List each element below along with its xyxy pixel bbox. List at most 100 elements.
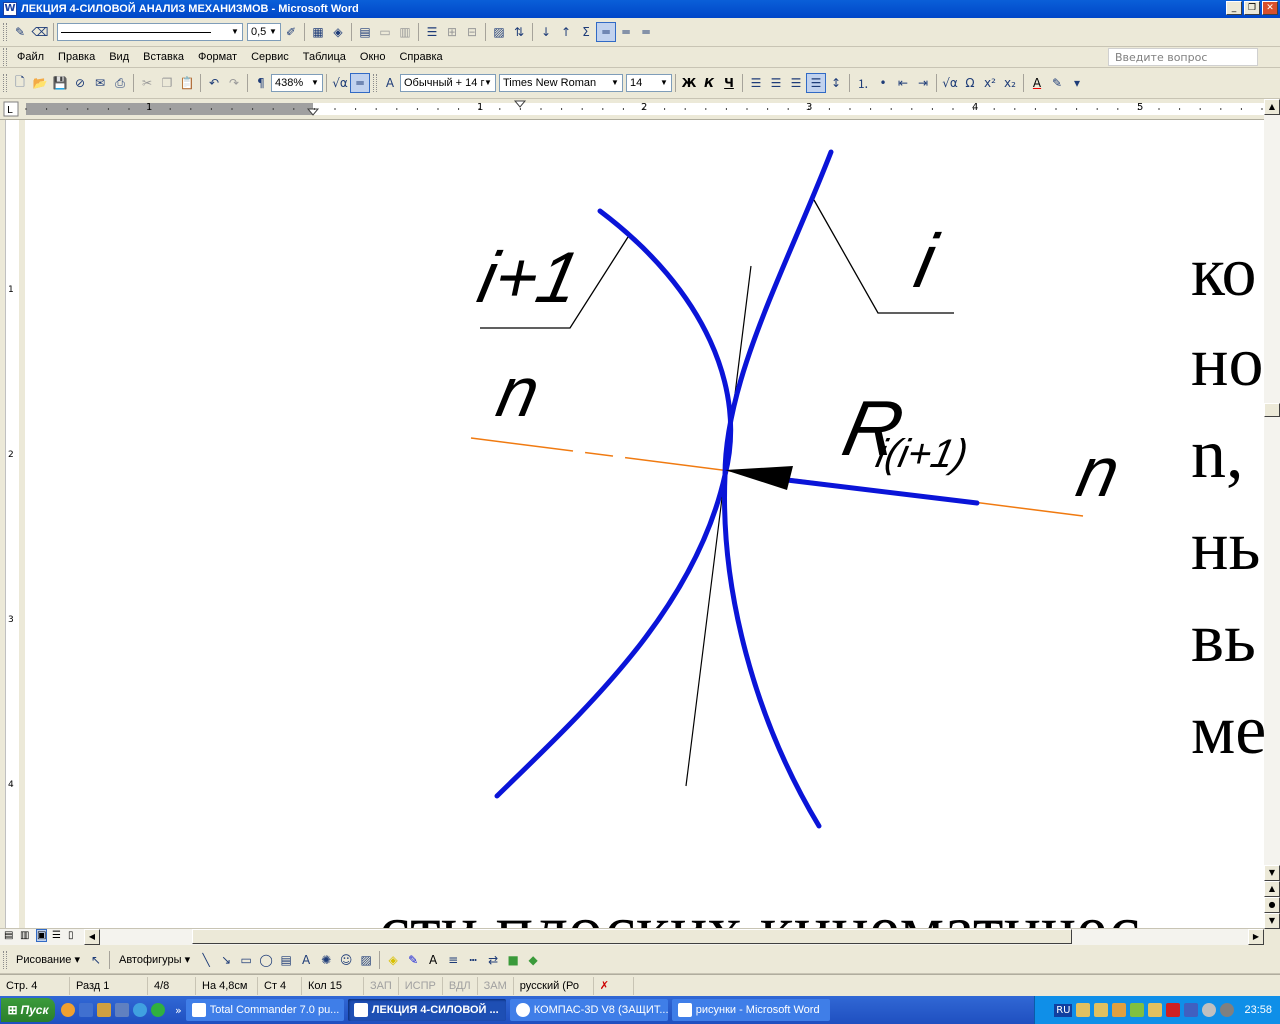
diagram-icon[interactable]: ✺ — [316, 950, 336, 970]
menu-tools[interactable]: Сервис — [244, 51, 296, 63]
line-2-icon[interactable]: ═ — [616, 22, 636, 42]
arrow-style-icon[interactable]: ⇄ — [483, 950, 503, 970]
select-objects-icon[interactable]: ↖ — [86, 950, 106, 970]
line-weight-icon[interactable]: ≡ — [443, 950, 463, 970]
menu-format[interactable]: Формат — [191, 51, 244, 63]
ask-question-input[interactable]: Введите вопрос — [1108, 48, 1258, 66]
picture-icon[interactable]: ▨ — [356, 950, 376, 970]
line-weight-combo[interactable]: 0,5 ▼ — [247, 23, 281, 41]
line-1-icon[interactable]: ═ — [596, 22, 616, 42]
permission-icon[interactable]: ⊘ — [70, 73, 90, 93]
tray-icon-4[interactable] — [1130, 1003, 1145, 1017]
format-grip[interactable] — [373, 74, 377, 92]
redo-icon[interactable]: ↷ — [224, 73, 244, 93]
minimize-button[interactable]: _ — [1226, 1, 1242, 15]
insert-table-icon[interactable]: ▤ — [355, 22, 375, 42]
styles-pane-icon[interactable]: A — [380, 73, 400, 93]
firefox-icon[interactable] — [61, 1003, 75, 1017]
equation-icon[interactable]: √α — [330, 73, 350, 93]
vertical-scrollbar[interactable]: ▲ ▼ ▲ ● ▼ — [1264, 99, 1280, 929]
show-formatting-icon[interactable]: ¶ — [251, 73, 271, 93]
align-right-icon[interactable]: ☰ — [786, 73, 806, 93]
highlight-icon[interactable]: ✎ — [1047, 73, 1067, 93]
bold-button[interactable]: Ж — [679, 73, 699, 93]
line-spacing-icon[interactable]: ↕ — [826, 73, 846, 93]
draw-table-icon[interactable]: ✎ — [10, 22, 30, 42]
web-view-icon[interactable]: ▥ — [20, 930, 29, 941]
superscript-icon[interactable]: x² — [980, 73, 1000, 93]
scroll-left-button[interactable]: ◀ — [84, 929, 100, 945]
copy-icon[interactable]: ❐ — [157, 73, 177, 93]
eraser-icon[interactable]: ⌫ — [30, 22, 50, 42]
sort-descending-icon[interactable]: ↑ — [556, 22, 576, 42]
tray-icon-7[interactable] — [1184, 1003, 1199, 1017]
menu-grip[interactable] — [3, 48, 7, 66]
quicklaunch-tool-icon[interactable] — [97, 1003, 111, 1017]
wordart-icon[interactable]: A — [296, 950, 316, 970]
scroll-down-button[interactable]: ▼ — [1264, 865, 1280, 881]
sort-ascending-icon[interactable]: ↓ — [536, 22, 556, 42]
rectangle-tool-icon[interactable]: ▭ — [236, 950, 256, 970]
menu-view[interactable]: Вид — [102, 51, 136, 63]
language-indicator[interactable]: RU — [1054, 1003, 1073, 1017]
volume-icon[interactable] — [1202, 1003, 1217, 1017]
status-rec[interactable]: ЗАП — [364, 976, 399, 995]
normal-view-icon[interactable]: ▤ — [4, 930, 13, 941]
horizontal-ruler[interactable]: L 1 1 2 3 4 5 — [0, 99, 1264, 120]
equation-2-icon[interactable]: √α — [940, 73, 960, 93]
restore-button[interactable]: ❐ — [1244, 1, 1260, 15]
line-style-combo[interactable]: ▼ — [57, 23, 243, 41]
menu-window[interactable]: Окно — [353, 51, 393, 63]
tray-icon-1[interactable] — [1076, 1003, 1091, 1017]
align-cell-icon[interactable]: ☰ — [422, 22, 442, 42]
font-color-icon[interactable]: A — [1027, 73, 1047, 93]
new-document-icon[interactable]: 🗋 — [10, 73, 30, 93]
underline-button[interactable]: Ч — [719, 73, 739, 93]
select-browse-object-button[interactable]: ● — [1264, 897, 1280, 913]
open-icon[interactable]: 📂 — [30, 73, 50, 93]
reading-view-icon[interactable]: ▯ — [68, 930, 74, 941]
print-icon[interactable]: ⎙ — [110, 73, 130, 93]
bullets-icon[interactable]: • — [873, 73, 893, 93]
more-quicklaunch-icon[interactable]: » — [175, 1004, 182, 1017]
style-combo[interactable]: Обычный + 14 г ▼ — [400, 74, 496, 92]
shadow-icon[interactable]: ■ — [503, 950, 523, 970]
scroll-up-button[interactable]: ▲ — [1264, 99, 1280, 115]
menu-insert[interactable]: Вставка — [136, 51, 191, 63]
line-tool-icon[interactable]: ╲ — [196, 950, 216, 970]
toolbar-grip[interactable] — [3, 23, 7, 41]
split-cells-icon[interactable]: ▥ — [395, 22, 415, 42]
menu-edit[interactable]: Правка — [51, 51, 102, 63]
tray-icon-3[interactable] — [1112, 1003, 1127, 1017]
ie-icon[interactable] — [133, 1003, 147, 1017]
line-color-icon[interactable]: ✎ — [403, 950, 423, 970]
next-page-button[interactable]: ▼ — [1264, 913, 1280, 929]
email-icon[interactable]: ✉ — [90, 73, 110, 93]
tray-icon-2[interactable] — [1094, 1003, 1109, 1017]
autosum-icon[interactable]: Σ — [576, 22, 596, 42]
cut-icon[interactable]: ✂ — [137, 73, 157, 93]
tray-icon-9[interactable] — [1220, 1003, 1235, 1017]
undo-icon[interactable]: ↶ — [204, 73, 224, 93]
task-kompas[interactable]: КОМПАС-3D V8 (ЗАЩИТ... — [509, 999, 668, 1021]
draw-menu-button[interactable]: Рисование ▾ — [10, 953, 86, 966]
font-combo[interactable]: Times New Roman ▼ — [499, 74, 623, 92]
paste-icon[interactable]: 📋 — [177, 73, 197, 93]
subscript-icon[interactable]: x₂ — [1000, 73, 1020, 93]
status-trk[interactable]: ИСПР — [399, 976, 443, 995]
clipart-icon[interactable]: ☺ — [336, 950, 356, 970]
tray-icon-5[interactable] — [1148, 1003, 1163, 1017]
close-button[interactable]: ✕ — [1262, 1, 1278, 15]
task-word-lecture[interactable]: ЛЕКЦИЯ 4-СИЛОВОЙ ... — [347, 999, 506, 1021]
merge-cells-icon[interactable]: ▭ — [375, 22, 395, 42]
justify-icon[interactable]: ☰ — [806, 73, 826, 93]
numbering-icon[interactable]: ⒈ — [853, 73, 873, 93]
decrease-indent-icon[interactable]: ⇤ — [893, 73, 913, 93]
scroll-right-button[interactable]: ▶ — [1248, 929, 1264, 945]
align-center-icon[interactable]: ☰ — [766, 73, 786, 93]
distribute-rows-icon[interactable]: ⊞ — [442, 22, 462, 42]
change-text-direction-icon[interactable]: ⇅ — [509, 22, 529, 42]
font-color-draw-icon[interactable]: A — [423, 950, 443, 970]
word-app-icon[interactable]: W — [3, 2, 17, 16]
task-total-commander[interactable]: Total Commander 7.0 pu... — [185, 999, 344, 1021]
